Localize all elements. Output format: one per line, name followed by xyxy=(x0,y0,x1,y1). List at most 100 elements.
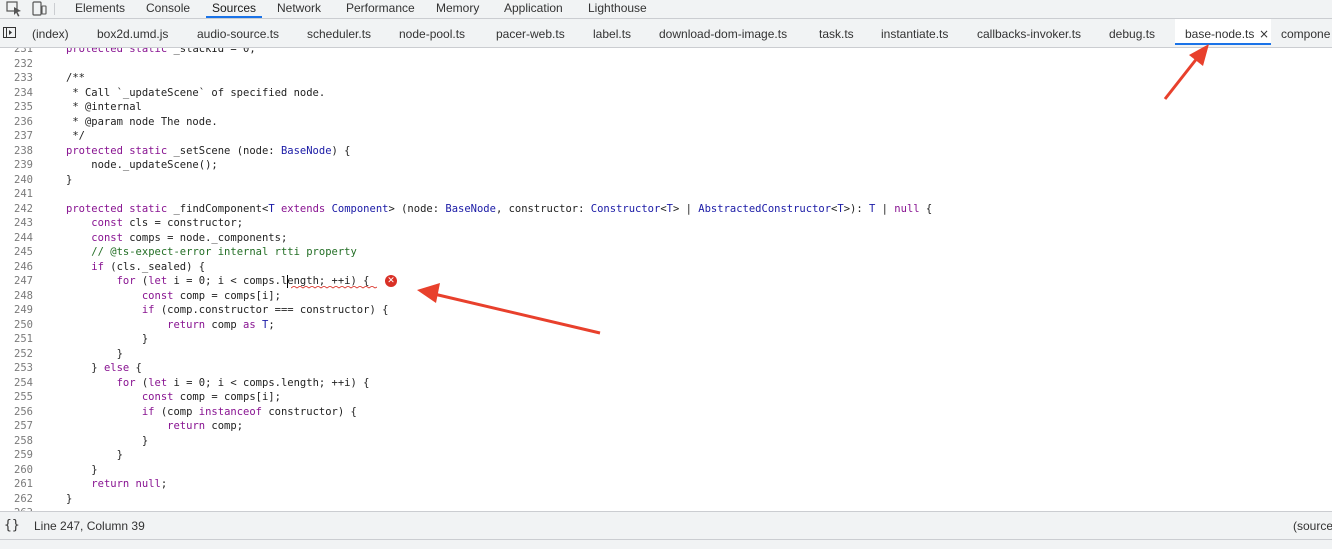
tab-performance[interactable]: Performance xyxy=(346,0,415,18)
code-line: 241 xyxy=(0,187,1332,202)
file-tab-node-pool[interactable]: node-pool.ts xyxy=(399,19,465,47)
tab-application[interactable]: Application xyxy=(504,0,563,18)
code-line: 258 } xyxy=(0,434,1332,449)
line-number: 262 xyxy=(14,492,33,505)
line-number: 243 xyxy=(14,217,33,229)
line-number: 233 xyxy=(14,72,33,84)
file-tab-audio-source[interactable]: audio-source.ts xyxy=(197,19,279,47)
code-text: node._updateScene(); xyxy=(66,159,218,171)
file-tab-label[interactable]: label.ts xyxy=(593,19,631,47)
tab-memory[interactable]: Memory xyxy=(436,0,479,18)
line-number: 259 xyxy=(14,449,33,461)
code-text: protected static _setScene (node: BaseNo… xyxy=(66,144,351,157)
code-line: 231 protected static _stackId = 0; xyxy=(0,48,1332,57)
line-number: 249 xyxy=(14,304,33,316)
line-number: 231 xyxy=(14,48,33,55)
code-text: return comp as T; xyxy=(167,318,275,331)
line-number: 240 xyxy=(14,173,33,186)
file-tab-index[interactable]: (index) xyxy=(32,19,69,47)
line-number: 248 xyxy=(14,289,33,302)
tab-console[interactable]: Console xyxy=(146,0,190,18)
line-number: 232 xyxy=(14,57,33,70)
code-text: const comp = comps[i]; xyxy=(141,391,281,403)
code-line: 259 } xyxy=(0,448,1332,463)
pretty-print-icon[interactable]: {} xyxy=(4,512,20,539)
code-line: 236 * @param node The node. xyxy=(0,115,1332,130)
code-line-error: 247 for (let i = 0; i < comps.length; ++… xyxy=(0,274,1332,289)
devtools-toolbar: Elements Console Sources Network Perform… xyxy=(0,0,1332,19)
close-tab-icon[interactable]: × xyxy=(1259,19,1269,47)
line-number: 254 xyxy=(14,376,33,389)
file-tab-base-node-label: base-node.ts xyxy=(1185,27,1255,41)
code-line: 252 } xyxy=(0,347,1332,362)
error-icon[interactable]: ✕ xyxy=(385,275,397,287)
code-text: } xyxy=(66,434,149,447)
file-tab-box2d[interactable]: box2d.umd.js xyxy=(97,19,168,47)
code-line: 243 const cls = constructor; xyxy=(0,216,1332,231)
line-number: 242 xyxy=(14,202,33,215)
source-map-link[interactable]: (source xyxy=(1293,512,1332,540)
line-number: 252 xyxy=(14,347,33,360)
code-text: */ xyxy=(66,130,85,142)
file-tab-base-node[interactable]: base-node.ts xyxy=(1175,19,1271,45)
code-line: 250 return comp as T; xyxy=(0,318,1332,333)
code-line: 238 protected static _setScene (node: Ba… xyxy=(0,144,1332,159)
code-line: 237 */ xyxy=(0,129,1332,144)
code-text: if (comp instanceof constructor) { xyxy=(141,405,357,418)
tab-network[interactable]: Network xyxy=(277,0,321,18)
tab-lighthouse[interactable]: Lighthouse xyxy=(588,0,647,18)
code-text: // @ts-expect-error internal rtti proper… xyxy=(91,246,357,258)
file-tab-pacer-web[interactable]: pacer-web.ts xyxy=(496,19,565,47)
toggle-navigator-icon[interactable] xyxy=(3,27,16,38)
cursor-position: Line 247, Column 39 xyxy=(34,519,145,533)
file-tab-task[interactable]: task.ts xyxy=(819,19,854,47)
line-number: 237 xyxy=(14,130,33,142)
code-line: 246 if (cls._sealed) { xyxy=(0,260,1332,275)
code-line: 239 node._updateScene(); xyxy=(0,158,1332,173)
tab-sources[interactable]: Sources xyxy=(206,0,263,18)
line-number: 238 xyxy=(14,144,33,157)
code-text: } xyxy=(66,173,73,186)
code-line: 248 const comp = comps[i]; xyxy=(0,289,1332,304)
code-editor[interactable]: 231 protected static _stackId = 0; 232 2… xyxy=(0,48,1332,511)
inspect-element-icon[interactable] xyxy=(6,0,24,18)
code-line: 251 } xyxy=(0,332,1332,347)
code-line: 261 return null; xyxy=(0,477,1332,492)
line-number: 261 xyxy=(14,478,33,490)
line-number: 235 xyxy=(14,101,33,113)
code-line: 260 } xyxy=(0,463,1332,478)
file-tab-instantiate[interactable]: instantiate.ts xyxy=(881,19,948,47)
code-line: 240 } xyxy=(0,173,1332,188)
code-line: 245 // @ts-expect-error internal rtti pr… xyxy=(0,245,1332,260)
code-text: if (cls._sealed) { xyxy=(91,260,206,273)
line-number: 256 xyxy=(14,405,33,418)
code-text: /** xyxy=(66,72,85,84)
file-tab-callbacks-invoker[interactable]: callbacks-invoker.ts xyxy=(977,19,1081,47)
line-number: 241 xyxy=(14,188,33,200)
line-number: 253 xyxy=(14,362,33,374)
code-text: return null; xyxy=(91,478,168,490)
code-text: * @internal xyxy=(66,101,142,113)
file-tab-debug[interactable]: debug.ts xyxy=(1109,19,1155,47)
file-tab-scheduler[interactable]: scheduler.ts xyxy=(307,19,371,47)
line-number: 246 xyxy=(14,260,33,273)
line-number: 234 xyxy=(14,86,33,99)
line-number: 239 xyxy=(14,159,33,171)
file-tab-download-dom-image[interactable]: download-dom-image.ts xyxy=(659,19,787,47)
tab-elements[interactable]: Elements xyxy=(75,0,125,18)
text-cursor xyxy=(287,275,288,288)
line-number: 260 xyxy=(14,463,33,476)
code-text: if (comp.constructor === constructor) { xyxy=(141,304,389,316)
status-bar: {} Line 247, Column 39 (source xyxy=(0,511,1332,539)
line-number: 244 xyxy=(14,231,33,244)
device-toolbar-icon[interactable] xyxy=(30,0,48,18)
code-text: return comp; xyxy=(167,420,244,432)
code-line: 255 const comp = comps[i]; xyxy=(0,390,1332,405)
line-number: 251 xyxy=(14,333,33,345)
code-text: const comp = comps[i]; xyxy=(141,289,281,302)
line-number: 255 xyxy=(14,391,33,403)
line-number: 236 xyxy=(14,115,33,128)
file-tab-component[interactable]: compone xyxy=(1281,19,1330,47)
code-text: } xyxy=(66,347,123,360)
code-line: 256 if (comp instanceof constructor) { xyxy=(0,405,1332,420)
